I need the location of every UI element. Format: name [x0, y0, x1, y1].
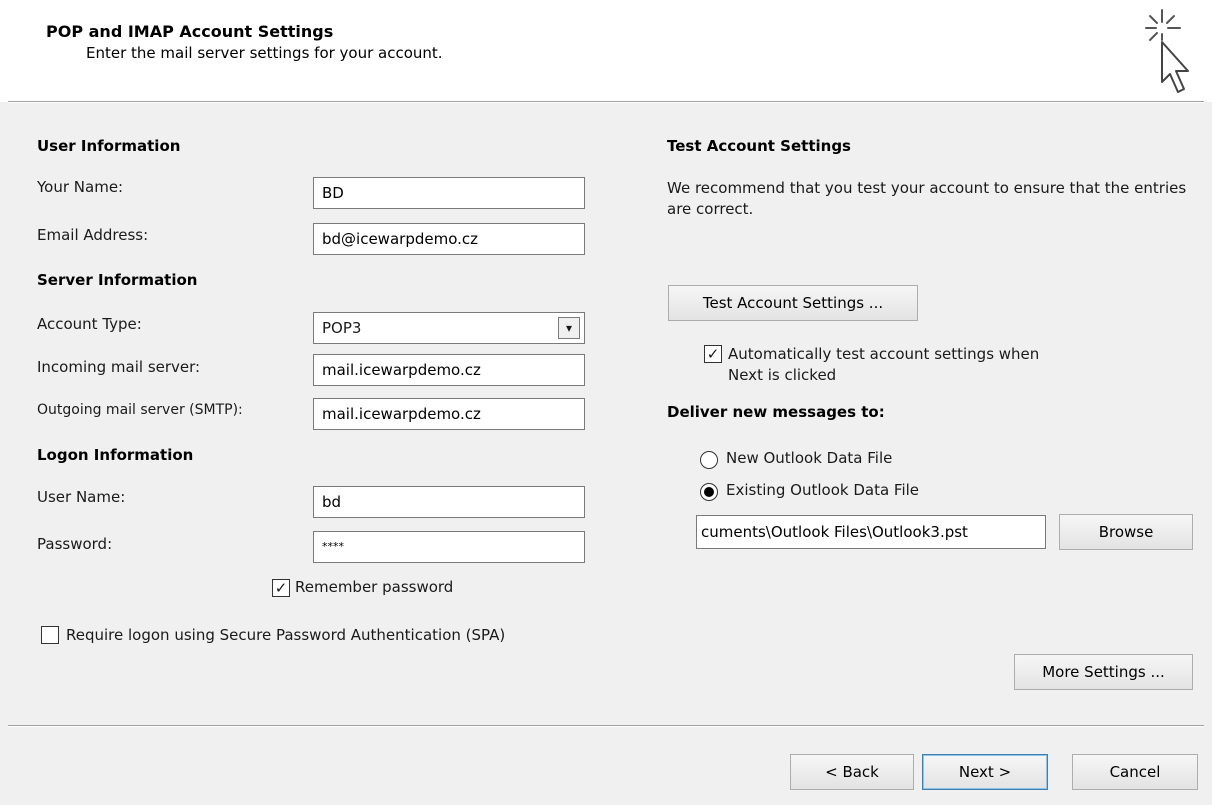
auto-test-label[interactable]: Automatically test account settings when…	[728, 344, 1068, 386]
existing-data-file-radio[interactable]	[700, 483, 718, 501]
test-account-settings-button[interactable]: Test Account Settings ...	[668, 285, 918, 321]
cursor-sparkle-icon	[1136, 6, 1196, 96]
account-type-value: POP3	[322, 319, 362, 337]
next-button[interactable]: Next >	[922, 754, 1048, 790]
remember-password-label[interactable]: Remember password	[295, 578, 453, 596]
server-information-heading: Server Information	[37, 271, 198, 289]
account-type-label: Account Type:	[37, 315, 142, 333]
password-field[interactable]: ****	[313, 531, 585, 563]
test-description: We recommend that you test your account …	[667, 179, 1187, 218]
incoming-server-field[interactable]: mail.icewarpdemo.cz	[313, 354, 585, 386]
user-name-label: User Name:	[37, 488, 126, 506]
data-file-path-field[interactable]: cuments\Outlook Files\Outlook3.pst	[696, 515, 1046, 549]
more-settings-button[interactable]: More Settings ...	[1014, 654, 1193, 690]
page-title: POP and IMAP Account Settings	[46, 22, 334, 41]
email-address-field[interactable]: bd@icewarpdemo.cz	[313, 223, 585, 255]
outgoing-server-label: Outgoing mail server (SMTP):	[37, 402, 243, 418]
test-account-settings-heading: Test Account Settings	[667, 137, 851, 155]
incoming-server-label: Incoming mail server:	[37, 358, 201, 376]
spa-checkbox[interactable]	[41, 626, 59, 644]
your-name-field[interactable]: BD	[313, 177, 585, 209]
your-name-label: Your Name:	[37, 178, 124, 196]
email-address-label: Email Address:	[37, 226, 149, 244]
password-label: Password:	[37, 535, 113, 553]
user-name-field[interactable]: bd	[313, 486, 585, 518]
existing-data-file-label[interactable]: Existing Outlook Data File	[726, 481, 919, 499]
logon-information-heading: Logon Information	[37, 446, 194, 464]
footer-divider	[8, 725, 1204, 727]
outgoing-server-field[interactable]: mail.icewarpdemo.cz	[313, 398, 585, 430]
new-data-file-radio[interactable]	[700, 451, 718, 469]
cancel-button[interactable]: Cancel	[1072, 754, 1198, 790]
back-button[interactable]: < Back	[790, 754, 914, 790]
page-subtitle: Enter the mail server settings for your …	[86, 44, 443, 62]
header-divider	[8, 101, 1204, 103]
account-type-select[interactable]: POP3 ▾	[313, 312, 585, 344]
chevron-down-icon[interactable]: ▾	[558, 317, 580, 339]
remember-password-checkbox[interactable]: ✓	[272, 579, 290, 597]
user-information-heading: User Information	[37, 137, 181, 155]
spa-label[interactable]: Require logon using Secure Password Auth…	[66, 625, 566, 646]
new-data-file-label[interactable]: New Outlook Data File	[726, 449, 892, 467]
deliver-heading: Deliver new messages to:	[667, 403, 885, 421]
auto-test-checkbox[interactable]: ✓	[704, 345, 722, 363]
browse-button[interactable]: Browse	[1059, 514, 1193, 550]
